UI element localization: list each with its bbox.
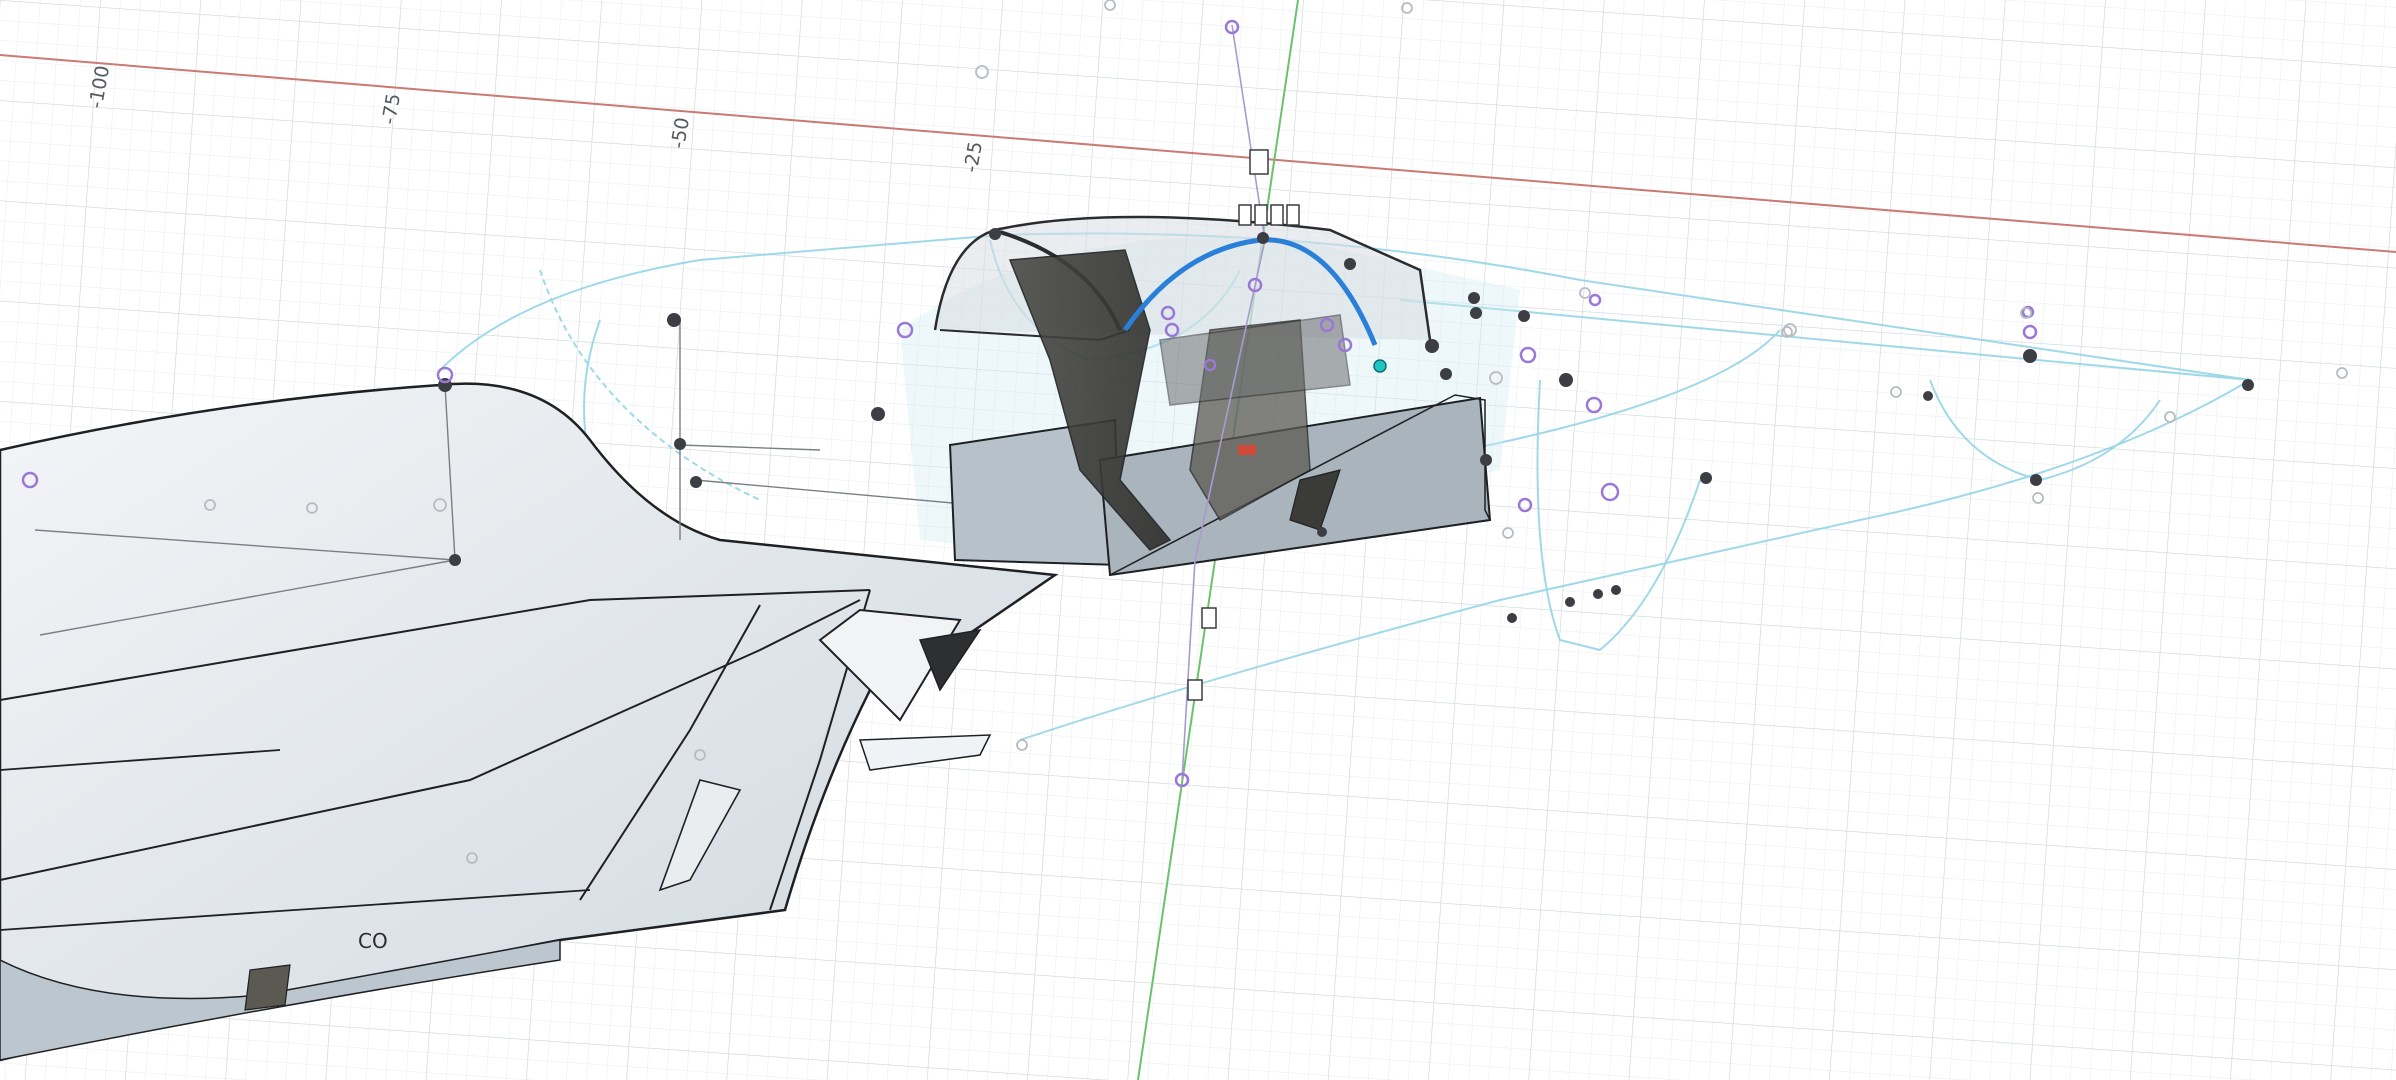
model-scene[interactable]: CO <box>0 0 2396 1080</box>
panel-glyph: CO <box>358 929 388 953</box>
3d-viewport[interactable]: CO -100 -75 -50 -25 <box>0 0 2396 1080</box>
active-point[interactable] <box>1373 359 1387 373</box>
